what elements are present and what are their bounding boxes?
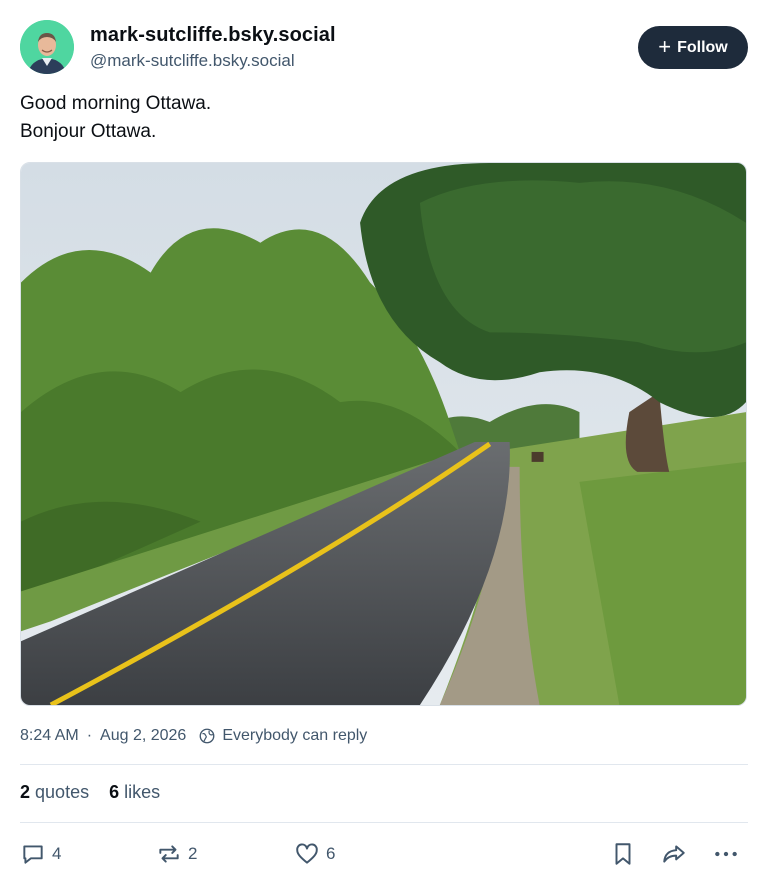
plus-icon: + — [658, 33, 672, 59]
more-options-button[interactable] — [713, 838, 739, 870]
post-line: Bonjour Ottawa. — [20, 121, 157, 142]
share-icon — [663, 845, 685, 863]
post-date[interactable]: Aug 2, 2026 — [100, 727, 186, 745]
divider — [20, 822, 748, 823]
avatar[interactable] — [20, 20, 74, 74]
park-path-photo-icon — [21, 163, 746, 705]
post-text: Good morning Ottawa. Bonjour Ottawa. — [20, 90, 211, 146]
avatar-photo-icon — [20, 20, 74, 74]
post-meta: 8:24 AM · Aug 2, 2026 Everybody can repl… — [20, 727, 367, 745]
repost-button[interactable]: 2 — [156, 838, 197, 870]
likes-label: likes — [124, 782, 161, 802]
reply-button[interactable]: 4 — [20, 838, 61, 870]
meta-separator: · — [86, 727, 93, 744]
bookmark-button[interactable] — [610, 838, 636, 870]
author-names: mark-sutcliffe.bsky.social @mark-sutclif… — [90, 21, 336, 72]
post-time[interactable]: 8:24 AM — [20, 727, 79, 745]
reply-count: 4 — [52, 844, 62, 863]
like-count: 6 — [326, 844, 336, 863]
post-actions: 4 2 6 — [20, 838, 748, 870]
post-header: mark-sutcliffe.bsky.social @mark-sutclif… — [20, 20, 748, 76]
post-image[interactable] — [20, 162, 747, 706]
heart-icon — [296, 843, 318, 864]
share-button[interactable] — [661, 838, 687, 870]
like-button[interactable]: 6 — [294, 838, 335, 870]
repost-icon — [159, 845, 179, 863]
follow-label: Follow — [677, 38, 728, 56]
bookmark-icon — [615, 843, 631, 865]
reply-setting[interactable]: Everybody can reply — [222, 727, 367, 745]
more-dots-icon — [715, 851, 737, 857]
follow-button[interactable]: + Follow — [638, 26, 748, 69]
quotes-label: quotes — [35, 782, 90, 802]
author-display-name[interactable]: mark-sutcliffe.bsky.social — [90, 21, 336, 49]
post-stats: 2 quotes 6 likes — [20, 782, 160, 803]
reply-icon — [23, 845, 43, 864]
likes-count: 6 — [109, 782, 120, 802]
repost-count: 2 — [188, 844, 198, 863]
quotes-count: 2 — [20, 782, 31, 802]
divider — [20, 764, 748, 765]
author-handle[interactable]: @mark-sutcliffe.bsky.social — [90, 50, 336, 72]
likes-stat[interactable]: 6 likes — [109, 782, 160, 803]
quotes-stat[interactable]: 2 quotes — [20, 782, 89, 803]
post-line: Good morning Ottawa. — [20, 93, 212, 114]
globe-icon — [199, 728, 215, 744]
